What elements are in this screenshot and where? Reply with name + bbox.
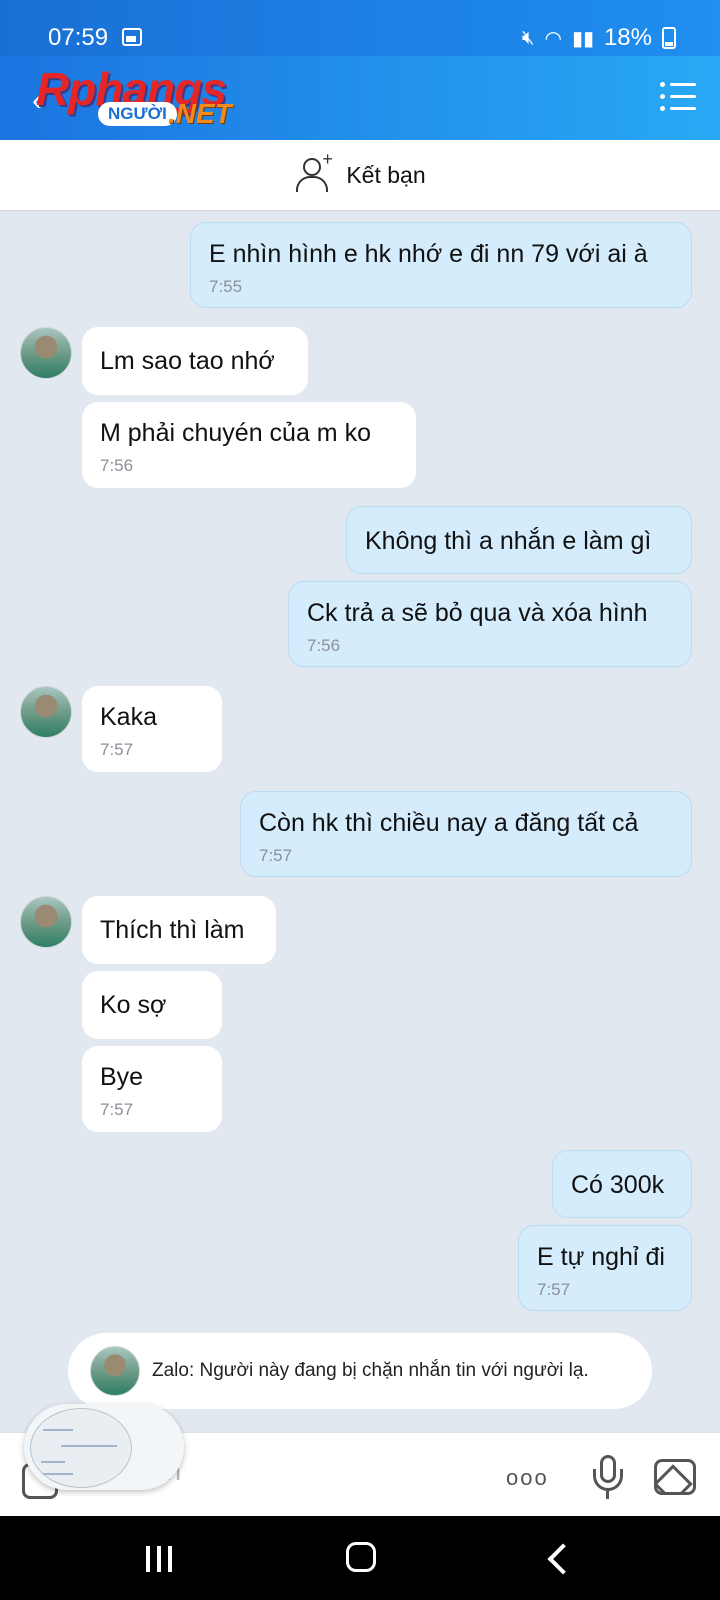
- logo-tag-text: NGƯỜI: [98, 102, 177, 126]
- recents-icon[interactable]: [146, 1546, 174, 1572]
- message-text: Kaka: [100, 703, 157, 731]
- more-icon[interactable]: ooo: [506, 1465, 549, 1491]
- signal-icon: ▮▮: [571, 27, 594, 50]
- status-icons: 🔇︎ ◠ ▮▮ 18%: [522, 24, 676, 52]
- back-icon[interactable]: [547, 1543, 579, 1575]
- message-time: 7:57: [100, 1100, 134, 1119]
- image-icon[interactable]: [654, 1459, 696, 1495]
- status-bar: 07:59 🔇︎ ◠ ▮▮ 18%: [0, 0, 720, 56]
- mute-icon: 🔇︎: [521, 26, 535, 49]
- message-incoming[interactable]: M phải chuyén của m ko 7:56: [82, 402, 416, 488]
- message-incoming[interactable]: Ko sợ: [82, 971, 222, 1039]
- message-text: Lm sao tao nhớ: [100, 347, 275, 375]
- message-text: Thích thì làm: [100, 916, 245, 944]
- message-outgoing[interactable]: Còn hk thì chiều nay a đăng tất cả 7:57: [240, 791, 692, 877]
- contact-avatar: [90, 1346, 140, 1396]
- message-time: 7:57: [100, 740, 134, 759]
- chat-head-preview: [30, 1408, 132, 1488]
- wifi-icon: ◠: [544, 27, 562, 50]
- message-text: Bye: [100, 1063, 144, 1091]
- notice-text: Zalo: Người này đang bị chặn nhắn tin vớ…: [152, 1360, 589, 1381]
- home-icon[interactable]: [346, 1542, 376, 1572]
- message-text: E tự nghỉ đi: [537, 1243, 665, 1271]
- floating-chat-head[interactable]: [24, 1404, 184, 1490]
- message-incoming[interactable]: Bye 7:57: [82, 1046, 222, 1132]
- message-text: E nhìn hình e hk nhớ e đi nn 79 với ai à: [209, 240, 648, 268]
- mic-icon[interactable]: [588, 1455, 628, 1499]
- battery-icon: [662, 27, 676, 49]
- message-outgoing[interactable]: E nhìn hình e hk nhớ e đi nn 79 với ai à…: [190, 222, 692, 308]
- watermark-logo: Rphangs NGƯỜI .NET: [36, 63, 251, 136]
- contact-avatar[interactable]: [20, 686, 72, 738]
- gallery-icon: [122, 28, 142, 46]
- battery-text: 18%: [603, 24, 652, 51]
- message-text: Còn hk thì chiều nay a đăng tất cả: [259, 809, 639, 837]
- menu-list-icon[interactable]: [660, 82, 696, 112]
- system-nav-bar: [0, 1516, 720, 1600]
- message-text: Không thì a nhắn e làm gì: [365, 527, 652, 555]
- message-text: Ck trả a sẽ bỏ qua và xóa hình: [307, 599, 648, 627]
- add-user-icon: +: [294, 149, 334, 195]
- status-time: 07:59: [48, 24, 109, 51]
- message-outgoing[interactable]: E tự nghỉ đi 7:57: [518, 1225, 692, 1311]
- message-time: 7:57: [259, 846, 293, 865]
- add-friend-label: Kết bạn: [346, 161, 426, 188]
- message-incoming[interactable]: Lm sao tao nhớ: [82, 327, 308, 395]
- message-incoming[interactable]: Kaka 7:57: [82, 686, 222, 772]
- message-outgoing[interactable]: Có 300k: [552, 1150, 692, 1218]
- app-bar: ‹ Rphangs NGƯỜI .NET: [0, 56, 720, 140]
- message-text: Ko sợ: [100, 991, 167, 1019]
- message-outgoing[interactable]: Ck trả a sẽ bỏ qua và xóa hình 7:56: [288, 581, 692, 667]
- message-time: 7:57: [537, 1280, 571, 1299]
- blocked-notice: Zalo: Người này đang bị chặn nhắn tin vớ…: [68, 1333, 652, 1409]
- message-outgoing[interactable]: Không thì a nhắn e làm gì: [346, 506, 692, 574]
- message-incoming[interactable]: Thích thì làm: [82, 896, 276, 964]
- contact-avatar[interactable]: [20, 327, 72, 379]
- message-time: 7:56: [100, 456, 134, 475]
- message-text: M phải chuyén của m ko: [100, 419, 371, 447]
- logo-suffix-text: .NET: [168, 98, 232, 129]
- contact-avatar[interactable]: [20, 896, 72, 948]
- add-friend-button[interactable]: + Kết bạn: [0, 140, 720, 211]
- message-time: 7:56: [307, 636, 341, 655]
- message-text: Có 300k: [571, 1171, 665, 1199]
- message-time: 7:55: [209, 277, 243, 296]
